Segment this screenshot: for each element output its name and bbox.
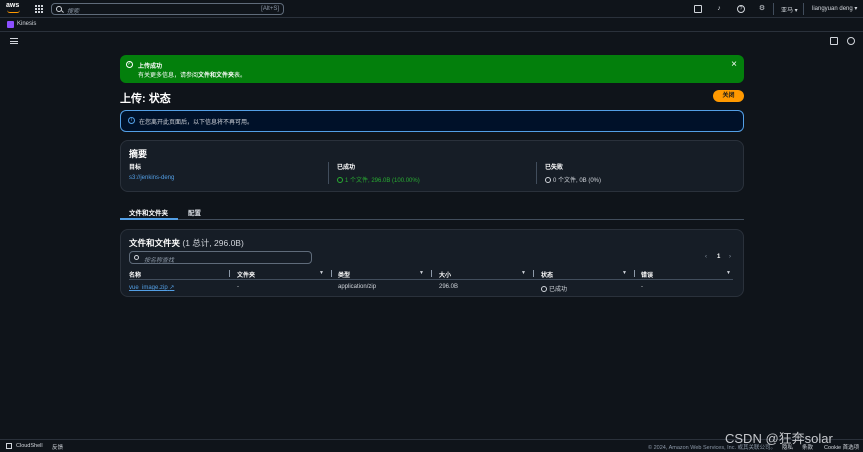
global-search-input[interactable]: 搜索 [Alt+S] [51, 3, 284, 15]
search-shortcut: [Alt+S] [261, 6, 279, 12]
succeeded-label: 已成功 [337, 165, 356, 171]
succeeded-value: 1 个文件, 296.0B (100.00%) [337, 175, 537, 184]
help-icon[interactable]: ? [737, 5, 745, 13]
next-page-icon[interactable]: › [729, 254, 731, 260]
tab-configuration[interactable]: 配置 [188, 207, 201, 217]
file-status-text: 已成功 [549, 287, 568, 293]
files-count: (1 总计, 296.0B) [182, 238, 244, 248]
tabs: 文件和文件夹 配置 [120, 202, 744, 220]
active-tab-indicator [120, 218, 178, 220]
file-type: application/zip [338, 284, 377, 290]
summary-container: 摘要 目标 s3://jenkins-deng 已成功 1 个文件, 296.0… [120, 140, 744, 192]
info-text: 在您离开此页面后，以下信息将不再可用。 [139, 120, 254, 126]
search-icon [56, 6, 62, 12]
check-circle-icon [541, 286, 547, 292]
panel-icon[interactable] [830, 37, 838, 45]
column-header-type[interactable]: 类型 [338, 270, 350, 279]
services-grid-icon[interactable] [35, 5, 43, 13]
watermark: CSDN @狂奔solar [725, 431, 833, 446]
service-shortcut-kinesis[interactable]: Kinesis [17, 21, 36, 27]
flash-message: 有关更多信息，请参阅文件和文件夹表。 [138, 70, 246, 79]
file-folder: - [237, 284, 239, 290]
cloudshell-icon[interactable] [694, 5, 702, 13]
file-name: vue_image.zip [129, 285, 168, 291]
column-header-folder[interactable]: 文件夹 [237, 270, 255, 279]
search-icon [134, 255, 139, 260]
sort-icon[interactable]: ▼ [319, 270, 324, 276]
failed-text: 0 个文件, 0B (0%) [553, 178, 602, 184]
flash-title: 上传成功 [138, 64, 163, 70]
file-size: 296.0B [439, 284, 459, 290]
region-selector[interactable]: 亚马 ▾ [781, 5, 798, 14]
files-search-placeholder: 按名称查找 [144, 258, 175, 264]
cloudshell-icon[interactable] [6, 443, 12, 449]
info-icon: i [128, 117, 135, 124]
check-circle-icon [337, 177, 343, 183]
files-heading: 文件和文件夹 (1 总计, 296.0B) [129, 237, 244, 249]
sort-icon[interactable]: ▼ [622, 270, 627, 276]
menu-icon[interactable] [10, 38, 18, 44]
sort-icon[interactable]: ▼ [726, 270, 731, 276]
bell-icon[interactable]: ♪ [715, 5, 723, 13]
column-header-name[interactable]: 名称 [129, 270, 141, 279]
tab-files-and-folders[interactable]: 文件和文件夹 [129, 207, 168, 217]
gear-icon[interactable]: ⚙ [758, 5, 766, 13]
external-link-icon: ↗ [169, 285, 175, 291]
file-name-link[interactable]: vue_image.zip ↗ [129, 284, 174, 291]
destination-label: 目标 [129, 165, 142, 171]
sort-icon[interactable]: ▼ [521, 270, 526, 276]
page-number[interactable]: 1 [717, 254, 720, 260]
search-placeholder: 搜索 [67, 9, 80, 15]
flash-message-suffix: 表。 [234, 73, 247, 79]
success-flash: ✓ 上传成功 有关更多信息，请参阅文件和文件夹表。 × [120, 55, 744, 83]
error-circle-icon [545, 177, 551, 183]
failed-label: 已失败 [545, 165, 564, 171]
column-header-size[interactable]: 大小 [439, 270, 451, 279]
flash-message-bold: 文件和文件夹 [198, 73, 235, 79]
summary-heading: 摘要 [129, 149, 148, 159]
user-menu[interactable]: liangyuan deng ▾ [812, 5, 857, 12]
file-error: - [641, 284, 643, 290]
files-search-input[interactable]: 按名称查找 [129, 251, 312, 264]
destination-link[interactable]: s3://jenkins-deng [129, 175, 329, 181]
service-bar: Kinesis [0, 18, 863, 32]
files-heading-text: 文件和文件夹 [129, 238, 181, 248]
info-alert: i 在您离开此页面后，以下信息将不再可用。 [120, 110, 744, 132]
column-header-error[interactable]: 错误 [641, 270, 653, 279]
close-button[interactable]: 关闭 [713, 90, 744, 102]
sort-icon[interactable]: ▼ [419, 270, 424, 276]
top-navigation: aws 搜索 [Alt+S] ♪ ? ⚙ 亚马 ▾ liangyuan deng… [0, 0, 863, 18]
table-header: 名称 文件夹 ▼ 类型 ▼ 大小 ▼ 状态 ▼ 错误 ▼ [129, 269, 733, 280]
settings-circle-icon[interactable] [847, 37, 855, 45]
column-header-status[interactable]: 状态 [541, 270, 553, 279]
cloudshell-link[interactable]: CloudShell [16, 443, 43, 449]
aws-logo-text: aws [6, 2, 20, 9]
prev-page-icon[interactable]: ‹ [705, 254, 707, 260]
files-table-container: 文件和文件夹 (1 总计, 296.0B) 按名称查找 ‹ 1 › 名称 文件夹… [120, 229, 744, 297]
check-circle-icon: ✓ [126, 61, 133, 68]
file-status: 已成功 [541, 284, 567, 293]
table-row: vue_image.zip ↗ - application/zip 296.0B… [129, 282, 733, 294]
kinesis-icon [7, 21, 14, 28]
user-name: liangyuan deng [812, 6, 853, 12]
region-label: 亚马 [781, 8, 794, 14]
flash-message-prefix: 有关更多信息，请参阅 [138, 73, 199, 79]
aws-logo[interactable]: aws [6, 2, 24, 15]
page-title: 上传: 状态 [120, 93, 171, 105]
feedback-link[interactable]: 反馈 [52, 443, 63, 451]
failed-value: 0 个文件, 0B (0%) [545, 175, 745, 184]
close-icon[interactable]: × [731, 60, 737, 70]
succeeded-text: 1 个文件, 296.0B (100.00%) [345, 178, 420, 184]
